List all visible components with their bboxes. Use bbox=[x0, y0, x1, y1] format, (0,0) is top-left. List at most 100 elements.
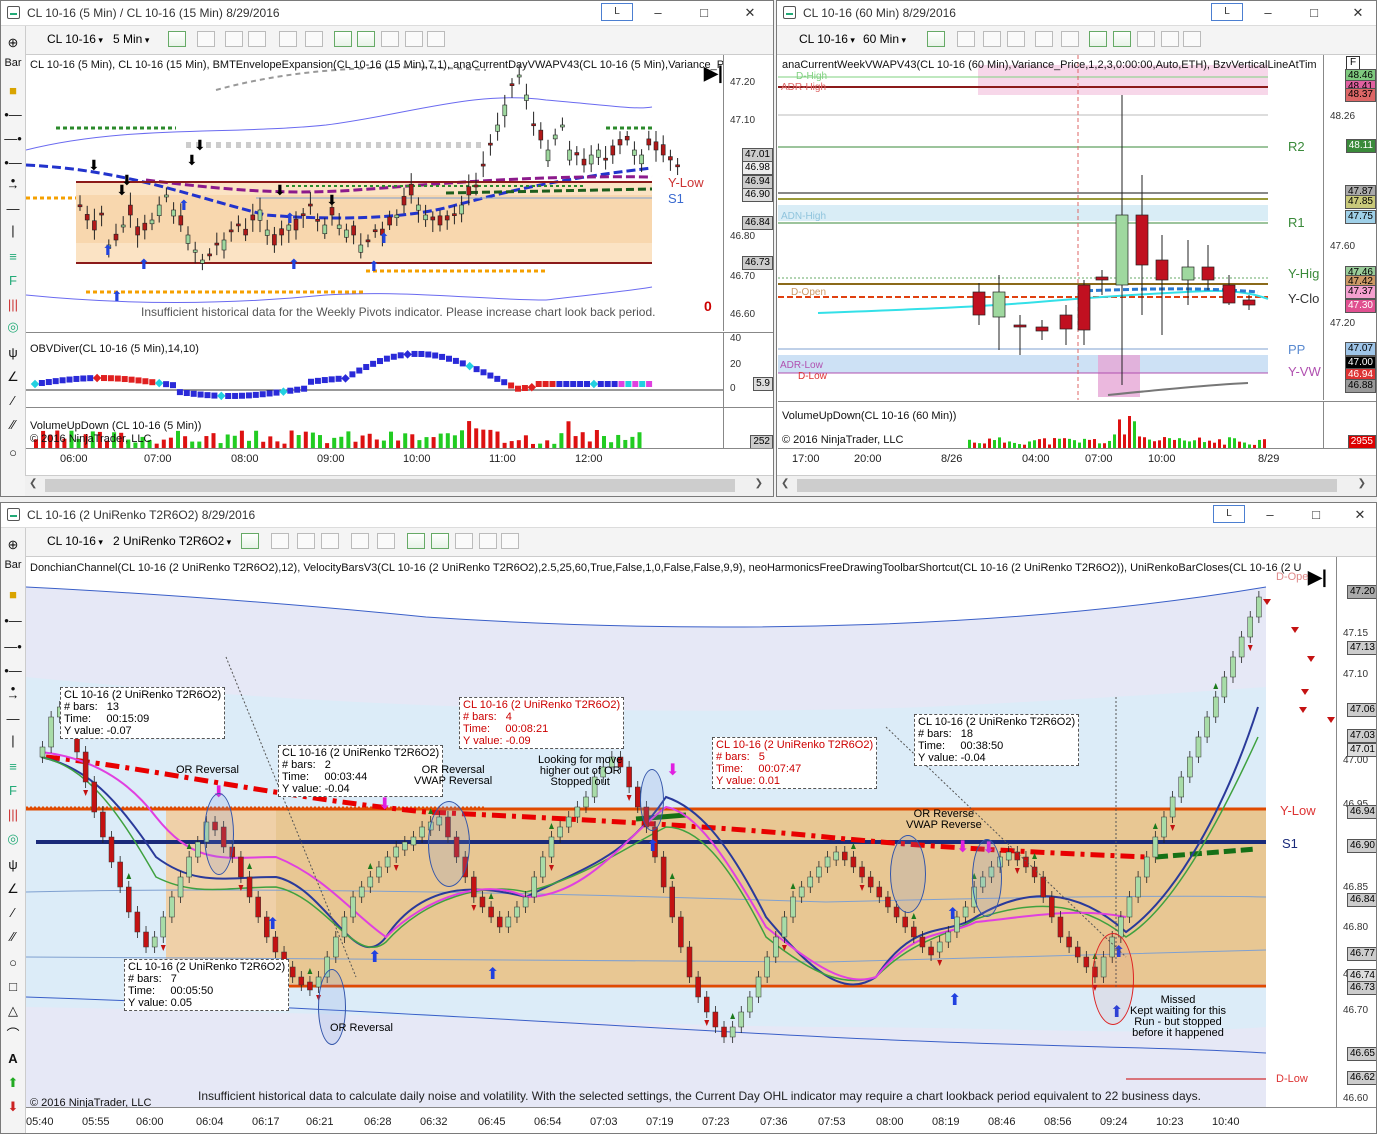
close-icon[interactable]: ✕ bbox=[735, 1, 765, 25]
annotation-ellipse[interactable] bbox=[640, 769, 664, 831]
zoom-icon[interactable] bbox=[305, 31, 323, 47]
measure-box[interactable]: CL 10-16 (2 UniRenko T2R6O2) # bars: 18 … bbox=[914, 714, 1080, 766]
bar-type-icon[interactable] bbox=[168, 31, 186, 47]
period-selector[interactable]: 2 UniRenko T2R6O2 bbox=[113, 534, 231, 548]
ext-line-icon[interactable]: •—• bbox=[3, 154, 23, 188]
price-panel[interactable]: anaCurrentWeekVWAPV43(CL 10-16 (60 Min),… bbox=[778, 55, 1323, 400]
instrument-selector[interactable]: CL 10-16 bbox=[799, 32, 855, 46]
strategies-icon[interactable] bbox=[357, 31, 375, 47]
arc-tool-icon[interactable]: ⌒ bbox=[3, 1026, 23, 1044]
chart-trader-icon[interactable] bbox=[381, 31, 399, 47]
ellipse-tool-icon[interactable]: ○ bbox=[3, 444, 23, 462]
instrument-selector[interactable]: CL 10-16 bbox=[47, 32, 103, 46]
vertical-line-icon[interactable]: | bbox=[3, 732, 23, 750]
properties-icon[interactable] bbox=[1161, 31, 1179, 47]
maximize-icon[interactable]: □ bbox=[689, 1, 719, 25]
fib-time-icon[interactable]: ||| bbox=[3, 296, 23, 314]
ext-line-icon[interactable]: •—• bbox=[3, 662, 23, 696]
text-tool-icon[interactable]: A bbox=[3, 1050, 23, 1068]
andrews-pitchfork-icon[interactable]: ψ bbox=[3, 856, 23, 874]
gann-fan-icon[interactable]: ∠ bbox=[3, 368, 23, 386]
triangle-tool-icon[interactable]: △ bbox=[3, 1002, 23, 1020]
andrews-pitchfork-icon[interactable]: ψ bbox=[3, 344, 23, 362]
link-button[interactable]: L bbox=[1211, 3, 1243, 21]
measure-box[interactable]: CL 10-16 (2 UniRenko T2R6O2) # bars: 13 … bbox=[60, 687, 226, 739]
horizontal-scrollbar[interactable]: ❮ ❯ bbox=[777, 475, 1376, 496]
regression-channel-icon[interactable]: ∕ bbox=[3, 392, 23, 410]
bar-tool-label[interactable]: Bar bbox=[3, 556, 23, 574]
crosshair-icon[interactable] bbox=[1035, 31, 1053, 47]
ray-tool-icon[interactable]: —• bbox=[3, 638, 23, 656]
annotation-ellipse[interactable] bbox=[428, 801, 470, 887]
indicators-icon[interactable] bbox=[334, 31, 352, 47]
pencil-icon[interactable] bbox=[957, 31, 975, 47]
data-box-icon[interactable] bbox=[1183, 31, 1201, 47]
annotation-ellipse[interactable] bbox=[972, 839, 1002, 917]
price-panel[interactable]: ⬇ ⬇ ⬇ ⬇ ⬇ ⬇ ⬇ ⬆ ⬆ ⬆ ⬆ ⬆ ⬆ ⬆ ⬆ ▶| Y-Low S1 Insufficient… bbox=[26, 55, 724, 331]
price-panel[interactable]: ⬇ ⬇ ⬇ ⬇ ⬇ ⬆ ⬆ ⬆ ⬆ ⬆ ⬆ ⬆ ⬆ ▶| DonchianChannel(CL 10-1… bbox=[26, 557, 1336, 1109]
bar-type-icon[interactable] bbox=[241, 533, 259, 549]
obv-panel[interactable]: OBVDiver(CL 10-16 (5 Min),14,10) bbox=[26, 332, 723, 407]
fib-retracement-icon[interactable]: ≡ bbox=[3, 758, 23, 776]
fib-extension-icon[interactable]: F bbox=[3, 272, 23, 290]
measure-box[interactable]: CL 10-16 (2 UniRenko T2R6O2) # bars: 5 T… bbox=[712, 737, 878, 789]
rectangle-tool-icon[interactable]: □ bbox=[3, 978, 23, 996]
chart-trader-icon[interactable] bbox=[1137, 31, 1155, 47]
minimize-icon[interactable]: – bbox=[643, 1, 673, 25]
ruler-icon[interactable]: ■ bbox=[3, 82, 23, 100]
bar-tool-label[interactable]: Bar bbox=[3, 54, 23, 72]
vertical-line-icon[interactable]: | bbox=[3, 222, 23, 240]
scroll-right-icon[interactable]: ❯ bbox=[1358, 478, 1366, 489]
close-icon[interactable]: ✕ bbox=[1345, 503, 1375, 527]
annotation-ellipse[interactable] bbox=[204, 793, 234, 875]
period-selector[interactable]: 5 Min bbox=[113, 32, 149, 46]
price-axis[interactable]: F 48.26 47.60 47.20 48.46 48.41 48.37 48.11… bbox=[1323, 55, 1376, 400]
scroll-thumb[interactable] bbox=[797, 479, 1337, 492]
time-axis[interactable]: 06:00 07:00 08:00 09:00 10:00 11:00 12:0… bbox=[26, 448, 773, 473]
arrow-up-tool-icon[interactable]: ⬆ bbox=[3, 1074, 23, 1092]
magnet-icon[interactable] bbox=[983, 31, 1001, 47]
measure-box[interactable]: CL 10-16 (2 UniRenko T2R6O2) # bars: 7 T… bbox=[124, 959, 290, 1011]
scroll-thumb[interactable] bbox=[45, 479, 735, 492]
indicators-icon[interactable] bbox=[1089, 31, 1107, 47]
arrow-line-icon[interactable]: → bbox=[3, 686, 23, 704]
instrument-selector[interactable]: CL 10-16 bbox=[47, 534, 103, 548]
gann-fan-icon[interactable]: ∠ bbox=[3, 880, 23, 898]
fib-time-icon[interactable]: ||| bbox=[3, 806, 23, 824]
chart-trader-icon[interactable] bbox=[455, 533, 473, 549]
bar-type-icon[interactable] bbox=[927, 31, 945, 47]
arrow-line-icon[interactable]: → bbox=[3, 176, 23, 194]
scroll-left-icon[interactable]: ❮ bbox=[29, 478, 37, 489]
volume-panel[interactable]: VolumeUpDown(CL 10-16 (60 Min)) © 2016 N… bbox=[778, 401, 1323, 448]
data-box-icon[interactable] bbox=[501, 533, 519, 549]
fib-circle-icon[interactable]: ◎ bbox=[3, 830, 23, 848]
scroll-right-icon[interactable]: ❯ bbox=[755, 478, 763, 489]
f-button[interactable]: F bbox=[1346, 56, 1360, 70]
time-axis[interactable]: 05:40 05:55 06:00 06:04 06:17 06:21 06:28 06:32… bbox=[26, 1107, 1376, 1133]
eraser-icon[interactable] bbox=[321, 533, 339, 549]
ruler-icon[interactable]: ■ bbox=[3, 586, 23, 604]
data-box-icon[interactable] bbox=[427, 31, 445, 47]
title-bar[interactable]: CL 10-16 (60 Min) 8/29/2016 L – □ ✕ bbox=[777, 1, 1376, 26]
link-button[interactable]: L bbox=[1213, 505, 1245, 523]
properties-icon[interactable] bbox=[405, 31, 423, 47]
line-tool-icon[interactable]: •— bbox=[3, 106, 23, 124]
measure-box[interactable]: CL 10-16 (2 UniRenko T2R6O2) # bars: 4 T… bbox=[459, 697, 625, 749]
annotation-ellipse[interactable] bbox=[890, 835, 926, 913]
crosshair-tool-icon[interactable]: ⊕ bbox=[3, 34, 23, 52]
eraser-icon[interactable] bbox=[1007, 31, 1025, 47]
arrow-down-tool-icon[interactable]: ⬇ bbox=[3, 1098, 23, 1116]
maximize-icon[interactable]: □ bbox=[1301, 503, 1331, 527]
close-icon[interactable]: ✕ bbox=[1343, 1, 1373, 25]
regression-channel-icon[interactable]: ∕ bbox=[3, 904, 23, 922]
trend-channel-icon[interactable]: ∕∕ bbox=[3, 416, 23, 434]
horizontal-line-icon[interactable]: — bbox=[3, 200, 23, 218]
eraser-icon[interactable] bbox=[248, 31, 266, 47]
minimize-icon[interactable]: – bbox=[1255, 503, 1285, 527]
line-tool-icon[interactable]: •— bbox=[3, 612, 23, 630]
fib-circle-icon[interactable]: ◎ bbox=[3, 318, 23, 336]
strategies-icon[interactable] bbox=[431, 533, 449, 549]
trend-channel-icon[interactable]: ∕∕ bbox=[3, 928, 23, 946]
horizontal-scrollbar[interactable]: ❮ ❯ bbox=[25, 475, 773, 496]
go-latest-icon[interactable]: ▶| bbox=[1307, 567, 1327, 587]
